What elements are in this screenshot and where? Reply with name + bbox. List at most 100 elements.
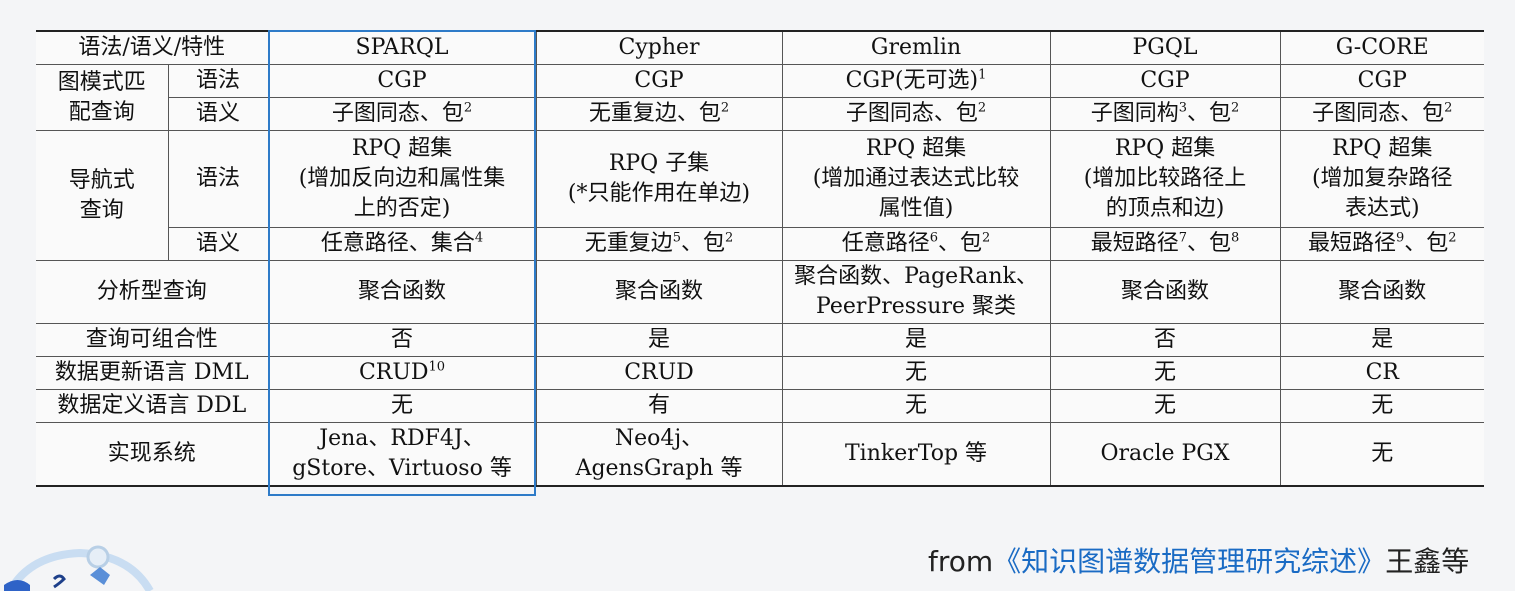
pattern-syntax-cell: CGP xyxy=(267,64,537,98)
row-label-dml: 数据更新语言 DML xyxy=(36,356,269,390)
composability-cell: 是 xyxy=(781,323,1051,357)
composability-cell: 否 xyxy=(267,323,537,357)
systems-cell: Jena、RDF4J、 gStore、Virtuoso 等 xyxy=(267,422,537,486)
dml-cell: 无 xyxy=(1049,356,1281,390)
source-title: 《知识图谱数据管理研究综述》 xyxy=(993,545,1386,578)
pattern-semantics-row: 语义 子图同态、包2 无重复边、包2 子图同态、包2 子图同构3、包2 子图同态… xyxy=(36,97,1485,131)
footnote-marker: 2 xyxy=(977,100,987,116)
cell-text: 、包 xyxy=(938,231,983,256)
composability-row: 查询可组合性 否 是 是 否 是 xyxy=(36,323,1485,357)
footnote-marker: 2 xyxy=(720,100,730,116)
pattern-syntax-row: 图模式匹 配查询 语法 CGP CGP CGP(无可选)1 CGP CGP xyxy=(36,64,1485,131)
footnote-marker: 2 xyxy=(1448,230,1457,246)
cell-text: 、包 xyxy=(1187,231,1232,256)
systems-cell: 无 xyxy=(1279,422,1485,486)
analysis-row: 分析型查询 聚合函数 聚合函数 聚合函数、PageRank、 PeerPress… xyxy=(36,260,1485,324)
pattern-semantics-cell: 子图同构3、包2 xyxy=(1049,97,1281,131)
cell-text: 无重复边 xyxy=(584,231,673,256)
footnote-marker: 6 xyxy=(929,230,939,246)
cell-text: 子图同态、包 xyxy=(845,101,978,126)
cell-text: 、包 xyxy=(1187,101,1232,126)
analysis-cell: 聚合函数 xyxy=(535,260,783,324)
footnote-marker: 2 xyxy=(1231,100,1240,116)
sub-label-syntax: 语法 xyxy=(167,130,269,228)
nav-semantics-cell: 任意路径、集合4 xyxy=(267,227,537,261)
composability-cell: 否 xyxy=(1049,323,1281,357)
header-pgql: PGQL xyxy=(1049,31,1281,65)
footnote-marker: 5 xyxy=(672,230,682,246)
footnote-marker: 8 xyxy=(1231,230,1240,246)
cell-text: 任意路径 xyxy=(841,231,930,256)
footnote-marker: 1 xyxy=(978,67,987,83)
cell-text: 最短路径 xyxy=(1090,231,1179,256)
pattern-semantics-cell: 子图同态、包2 xyxy=(267,97,537,131)
analysis-cell: 聚合函数 xyxy=(1049,260,1281,324)
row-label-systems: 实现系统 xyxy=(36,422,269,486)
nav-syntax-cell: RPQ 超集 (增加复杂路径 表达式) xyxy=(1279,130,1485,228)
cell-text: 、包 xyxy=(1404,231,1449,256)
footnote-marker: 2 xyxy=(1444,100,1453,116)
pattern-semantics-cell: 无重复边、包2 xyxy=(535,97,783,131)
dml-cell: 无 xyxy=(781,356,1051,390)
ddl-cell: 有 xyxy=(535,389,783,423)
ddl-cell: 无 xyxy=(267,389,537,423)
nav-semantics-cell: 任意路径6、包2 xyxy=(781,227,1051,261)
cell-text: CGP(无可选) xyxy=(845,68,979,93)
comparison-table: 语法/语义/特性 SPARQL Cypher Gremlin PGQL G-CO… xyxy=(36,30,1485,487)
cell-text: CGP xyxy=(377,68,427,93)
footnote-marker: 2 xyxy=(725,230,734,246)
ddl-cell: 无 xyxy=(1279,389,1485,423)
nav-syntax-row: 导航式 查询 语法 RPQ 超集 (增加反向边和属性集 上的否定) RPQ 子集… xyxy=(36,130,1485,261)
pattern-syntax-cell: CGP xyxy=(1049,64,1281,98)
robot-mascot-icon xyxy=(4,545,154,591)
pattern-syntax-cell: CGP xyxy=(535,64,783,98)
header-feature: 语法/语义/特性 xyxy=(36,31,269,65)
nav-semantics-cell: 最短路径7、包8 xyxy=(1049,227,1281,261)
cell-text: CGP xyxy=(1140,68,1190,93)
systems-cell: TinkerTop 等 xyxy=(781,422,1051,486)
footnote-marker: 4 xyxy=(474,230,484,246)
cell-text: 任意路径、集合 xyxy=(320,231,475,256)
systems-row: 实现系统 Jena、RDF4J、 gStore、Virtuoso 等 Neo4j… xyxy=(36,422,1485,486)
composability-cell: 是 xyxy=(535,323,783,357)
source-author: 王鑫等 xyxy=(1385,545,1470,578)
row-label-pattern: 图模式匹 配查询 xyxy=(36,64,169,131)
cell-text: CRUD xyxy=(358,360,429,385)
source-citation: from《知识图谱数据管理研究综述》王鑫等 xyxy=(928,540,1469,580)
nav-syntax-cell: RPQ 超集 (增加比较路径上 的顶点和边) xyxy=(1049,130,1281,228)
row-label-navigation: 导航式 查询 xyxy=(36,130,169,261)
cell-text: 子图同态、包 xyxy=(331,101,464,126)
row-label-analysis: 分析型查询 xyxy=(36,260,269,324)
analysis-cell: 聚合函数 xyxy=(1279,260,1485,324)
dml-cell: CRUD10 xyxy=(267,356,537,390)
row-label-composability: 查询可组合性 xyxy=(36,323,269,357)
header-gcore: G-CORE xyxy=(1279,31,1485,65)
sub-label-semantics: 语义 xyxy=(168,97,269,131)
cell-text: 无重复边、包 xyxy=(588,101,721,126)
nav-syntax-cell: RPQ 超集 (增加反向边和属性集 上的否定) xyxy=(267,130,537,228)
cell-text: CGP xyxy=(1357,68,1407,93)
systems-cell: Neo4j、 AgensGraph 等 xyxy=(535,422,783,486)
sub-label-semantics: 语义 xyxy=(168,227,269,261)
dml-cell: CRUD xyxy=(535,356,783,390)
footnote-marker: 2 xyxy=(982,230,991,246)
header-cypher: Cypher xyxy=(535,31,783,65)
pattern-syntax-cell: CGP(无可选)1 xyxy=(781,64,1051,98)
row-label-ddl: 数据定义语言 DDL xyxy=(36,389,269,423)
cell-text: 、包 xyxy=(681,231,726,256)
ddl-cell: 无 xyxy=(781,389,1051,423)
dml-row: 数据更新语言 DML CRUD10 CRUD 无 无 CR xyxy=(36,356,1485,390)
analysis-cell: 聚合函数 xyxy=(267,260,537,324)
cell-text: 最短路径 xyxy=(1307,231,1396,256)
pattern-semantics-cell: 子图同态、包2 xyxy=(781,97,1051,131)
source-prefix: from xyxy=(928,545,994,578)
nav-semantics-cell: 最短路径9、包2 xyxy=(1279,227,1485,261)
cell-text: 子图同态、包 xyxy=(1312,101,1445,126)
footnote-marker: 10 xyxy=(428,359,446,375)
cell-text: CGP xyxy=(634,68,684,93)
ddl-row: 数据定义语言 DDL 无 有 无 无 无 xyxy=(36,389,1485,423)
ddl-cell: 无 xyxy=(1049,389,1281,423)
cell-text: 子图同构 xyxy=(1090,101,1179,126)
pattern-syntax-cell: CGP xyxy=(1279,64,1485,98)
dml-cell: CR xyxy=(1279,356,1485,390)
